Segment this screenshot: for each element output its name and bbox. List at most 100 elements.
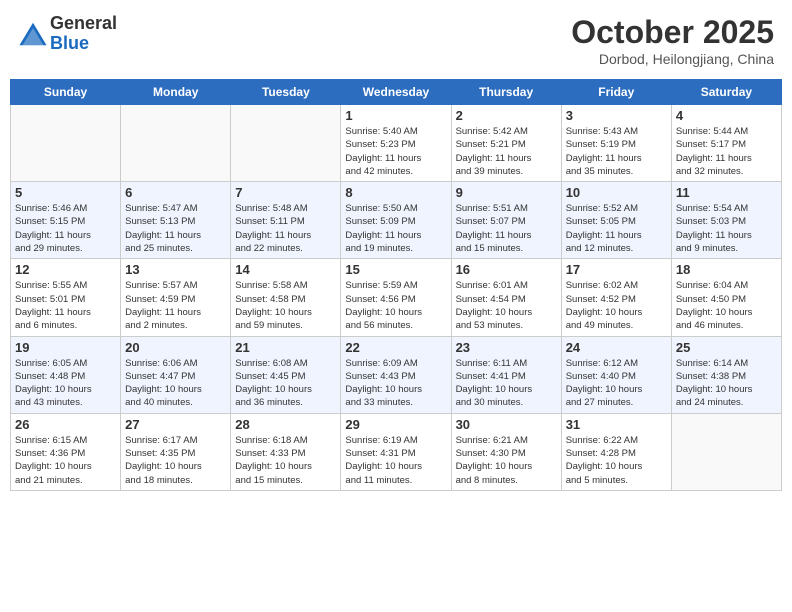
- day-number: 11: [676, 185, 777, 200]
- title-section: October 2025 Dorbod, Heilongjiang, China: [571, 14, 774, 67]
- day-number: 16: [456, 262, 557, 277]
- day-info: Sunrise: 5:48 AM Sunset: 5:11 PM Dayligh…: [235, 202, 336, 255]
- weekday-thursday: Thursday: [451, 80, 561, 105]
- table-row: 30Sunrise: 6:21 AM Sunset: 4:30 PM Dayli…: [451, 413, 561, 490]
- day-number: 22: [345, 340, 446, 355]
- day-info: Sunrise: 5:59 AM Sunset: 4:56 PM Dayligh…: [345, 279, 446, 332]
- table-row: 19 Sunrise: 6:05 AM Sunset: 4:48 PM Dayli…: [11, 336, 121, 413]
- day-number: 15: [345, 262, 446, 277]
- table-row: 8Sunrise: 5:50 AM Sunset: 5:09 PM Daylig…: [341, 182, 451, 259]
- day-info: Sunrise: 5:46 AM Sunset: 5:15 PM Dayligh…: [15, 202, 116, 255]
- table-row: 29 Sunrise: 6:19 AM Sunset: 4:31 PM Dayli…: [341, 413, 451, 490]
- day-number: 1: [345, 108, 446, 123]
- table-row: 25 Sunrise: 6:14 AM Sunset: 4:38 PM Dayli…: [671, 336, 781, 413]
- day-info: Sunrise: 6:06 AM Sunset: 4:47 PM Dayligh…: [125, 357, 226, 410]
- table-row: 2Sunrise: 5:42 AM Sunset: 5:21 PM Daylig…: [451, 105, 561, 182]
- table-row: [11, 105, 121, 182]
- calendar-week-row: 5 Sunrise: 5:46 AM Sunset: 5:15 PM Daylig…: [11, 182, 782, 259]
- table-row: 9Sunrise: 5:51 AM Sunset: 5:07 PM Daylig…: [451, 182, 561, 259]
- day-number: 8: [345, 185, 446, 200]
- table-row: 26 Sunrise: 6:15 AM Sunset: 4:36 PM Dayli…: [11, 413, 121, 490]
- day-info: Sunrise: 6:08 AM Sunset: 4:45 PM Dayligh…: [235, 357, 336, 410]
- table-row: 27Sunrise: 6:17 AM Sunset: 4:35 PM Dayli…: [121, 413, 231, 490]
- day-info: Sunrise: 5:54 AM Sunset: 5:03 PM Dayligh…: [676, 202, 777, 255]
- day-info: Sunrise: 6:14 AM Sunset: 4:38 PM Dayligh…: [676, 357, 777, 410]
- day-info: Sunrise: 5:43 AM Sunset: 5:19 PM Dayligh…: [566, 125, 667, 178]
- day-info: Sunrise: 5:57 AM Sunset: 4:59 PM Dayligh…: [125, 279, 226, 332]
- day-number: 21: [235, 340, 336, 355]
- table-row: 21 Sunrise: 6:08 AM Sunset: 4:45 PM Dayli…: [231, 336, 341, 413]
- weekday-wednesday: Wednesday: [341, 80, 451, 105]
- day-number: 31: [566, 417, 667, 432]
- calendar-week-row: 12Sunrise: 5:55 AM Sunset: 5:01 PM Dayli…: [11, 259, 782, 336]
- day-number: 26: [15, 417, 116, 432]
- page-header: General Blue October 2025 Dorbod, Heilon…: [10, 10, 782, 71]
- weekday-header-row: Sunday Monday Tuesday Wednesday Thursday…: [11, 80, 782, 105]
- table-row: 24 Sunrise: 6:12 AM Sunset: 4:40 PM Dayli…: [561, 336, 671, 413]
- day-number: 29: [345, 417, 446, 432]
- day-info: Sunrise: 5:42 AM Sunset: 5:21 PM Dayligh…: [456, 125, 557, 178]
- table-row: 23 Sunrise: 6:11 AM Sunset: 4:41 PM Dayli…: [451, 336, 561, 413]
- location: Dorbod, Heilongjiang, China: [571, 51, 774, 67]
- day-number: 28: [235, 417, 336, 432]
- logo-text: General Blue: [50, 14, 117, 54]
- table-row: 3 Sunrise: 5:43 AM Sunset: 5:19 PM Daylig…: [561, 105, 671, 182]
- weekday-tuesday: Tuesday: [231, 80, 341, 105]
- day-info: Sunrise: 6:19 AM Sunset: 4:31 PM Dayligh…: [345, 434, 446, 487]
- day-number: 5: [15, 185, 116, 200]
- calendar-week-row: 1 Sunrise: 5:40 AM Sunset: 5:23 PM Daylig…: [11, 105, 782, 182]
- calendar-week-row: 26 Sunrise: 6:15 AM Sunset: 4:36 PM Dayli…: [11, 413, 782, 490]
- table-row: 5 Sunrise: 5:46 AM Sunset: 5:15 PM Daylig…: [11, 182, 121, 259]
- table-row: 12Sunrise: 5:55 AM Sunset: 5:01 PM Dayli…: [11, 259, 121, 336]
- day-number: 24: [566, 340, 667, 355]
- day-number: 19: [15, 340, 116, 355]
- day-info: Sunrise: 6:22 AM Sunset: 4:28 PM Dayligh…: [566, 434, 667, 487]
- table-row: 22Sunrise: 6:09 AM Sunset: 4:43 PM Dayli…: [341, 336, 451, 413]
- day-number: 25: [676, 340, 777, 355]
- table-row: 7 Sunrise: 5:48 AM Sunset: 5:11 PM Daylig…: [231, 182, 341, 259]
- day-info: Sunrise: 6:02 AM Sunset: 4:52 PM Dayligh…: [566, 279, 667, 332]
- table-row: 28 Sunrise: 6:18 AM Sunset: 4:33 PM Dayli…: [231, 413, 341, 490]
- day-info: Sunrise: 6:05 AM Sunset: 4:48 PM Dayligh…: [15, 357, 116, 410]
- day-number: 23: [456, 340, 557, 355]
- table-row: 11 Sunrise: 5:54 AM Sunset: 5:03 PM Dayli…: [671, 182, 781, 259]
- table-row: [121, 105, 231, 182]
- day-info: Sunrise: 5:40 AM Sunset: 5:23 PM Dayligh…: [345, 125, 446, 178]
- table-row: 18 Sunrise: 6:04 AM Sunset: 4:50 PM Dayli…: [671, 259, 781, 336]
- day-info: Sunrise: 6:04 AM Sunset: 4:50 PM Dayligh…: [676, 279, 777, 332]
- day-info: Sunrise: 5:52 AM Sunset: 5:05 PM Dayligh…: [566, 202, 667, 255]
- day-info: Sunrise: 6:15 AM Sunset: 4:36 PM Dayligh…: [15, 434, 116, 487]
- weekday-saturday: Saturday: [671, 80, 781, 105]
- day-number: 17: [566, 262, 667, 277]
- table-row: 4Sunrise: 5:44 AM Sunset: 5:17 PM Daylig…: [671, 105, 781, 182]
- day-info: Sunrise: 6:01 AM Sunset: 4:54 PM Dayligh…: [456, 279, 557, 332]
- month-title: October 2025: [571, 14, 774, 51]
- weekday-monday: Monday: [121, 80, 231, 105]
- table-row: 1 Sunrise: 5:40 AM Sunset: 5:23 PM Daylig…: [341, 105, 451, 182]
- day-info: Sunrise: 6:11 AM Sunset: 4:41 PM Dayligh…: [456, 357, 557, 410]
- calendar-week-row: 19 Sunrise: 6:05 AM Sunset: 4:48 PM Dayli…: [11, 336, 782, 413]
- day-number: 6: [125, 185, 226, 200]
- day-number: 13: [125, 262, 226, 277]
- day-number: 18: [676, 262, 777, 277]
- day-number: 7: [235, 185, 336, 200]
- day-info: Sunrise: 6:21 AM Sunset: 4:30 PM Dayligh…: [456, 434, 557, 487]
- table-row: 15 Sunrise: 5:59 AM Sunset: 4:56 PM Dayli…: [341, 259, 451, 336]
- logo: General Blue: [18, 14, 117, 54]
- day-info: Sunrise: 6:18 AM Sunset: 4:33 PM Dayligh…: [235, 434, 336, 487]
- calendar: Sunday Monday Tuesday Wednesday Thursday…: [10, 79, 782, 491]
- table-row: 13 Sunrise: 5:57 AM Sunset: 4:59 PM Dayli…: [121, 259, 231, 336]
- weekday-sunday: Sunday: [11, 80, 121, 105]
- logo-icon: [18, 19, 48, 49]
- day-number: 4: [676, 108, 777, 123]
- weekday-friday: Friday: [561, 80, 671, 105]
- day-info: Sunrise: 5:58 AM Sunset: 4:58 PM Dayligh…: [235, 279, 336, 332]
- table-row: [671, 413, 781, 490]
- table-row: 10Sunrise: 5:52 AM Sunset: 5:05 PM Dayli…: [561, 182, 671, 259]
- day-info: Sunrise: 5:51 AM Sunset: 5:07 PM Dayligh…: [456, 202, 557, 255]
- table-row: 20Sunrise: 6:06 AM Sunset: 4:47 PM Dayli…: [121, 336, 231, 413]
- day-number: 12: [15, 262, 116, 277]
- day-number: 3: [566, 108, 667, 123]
- day-info: Sunrise: 6:12 AM Sunset: 4:40 PM Dayligh…: [566, 357, 667, 410]
- logo-blue: Blue: [50, 34, 117, 54]
